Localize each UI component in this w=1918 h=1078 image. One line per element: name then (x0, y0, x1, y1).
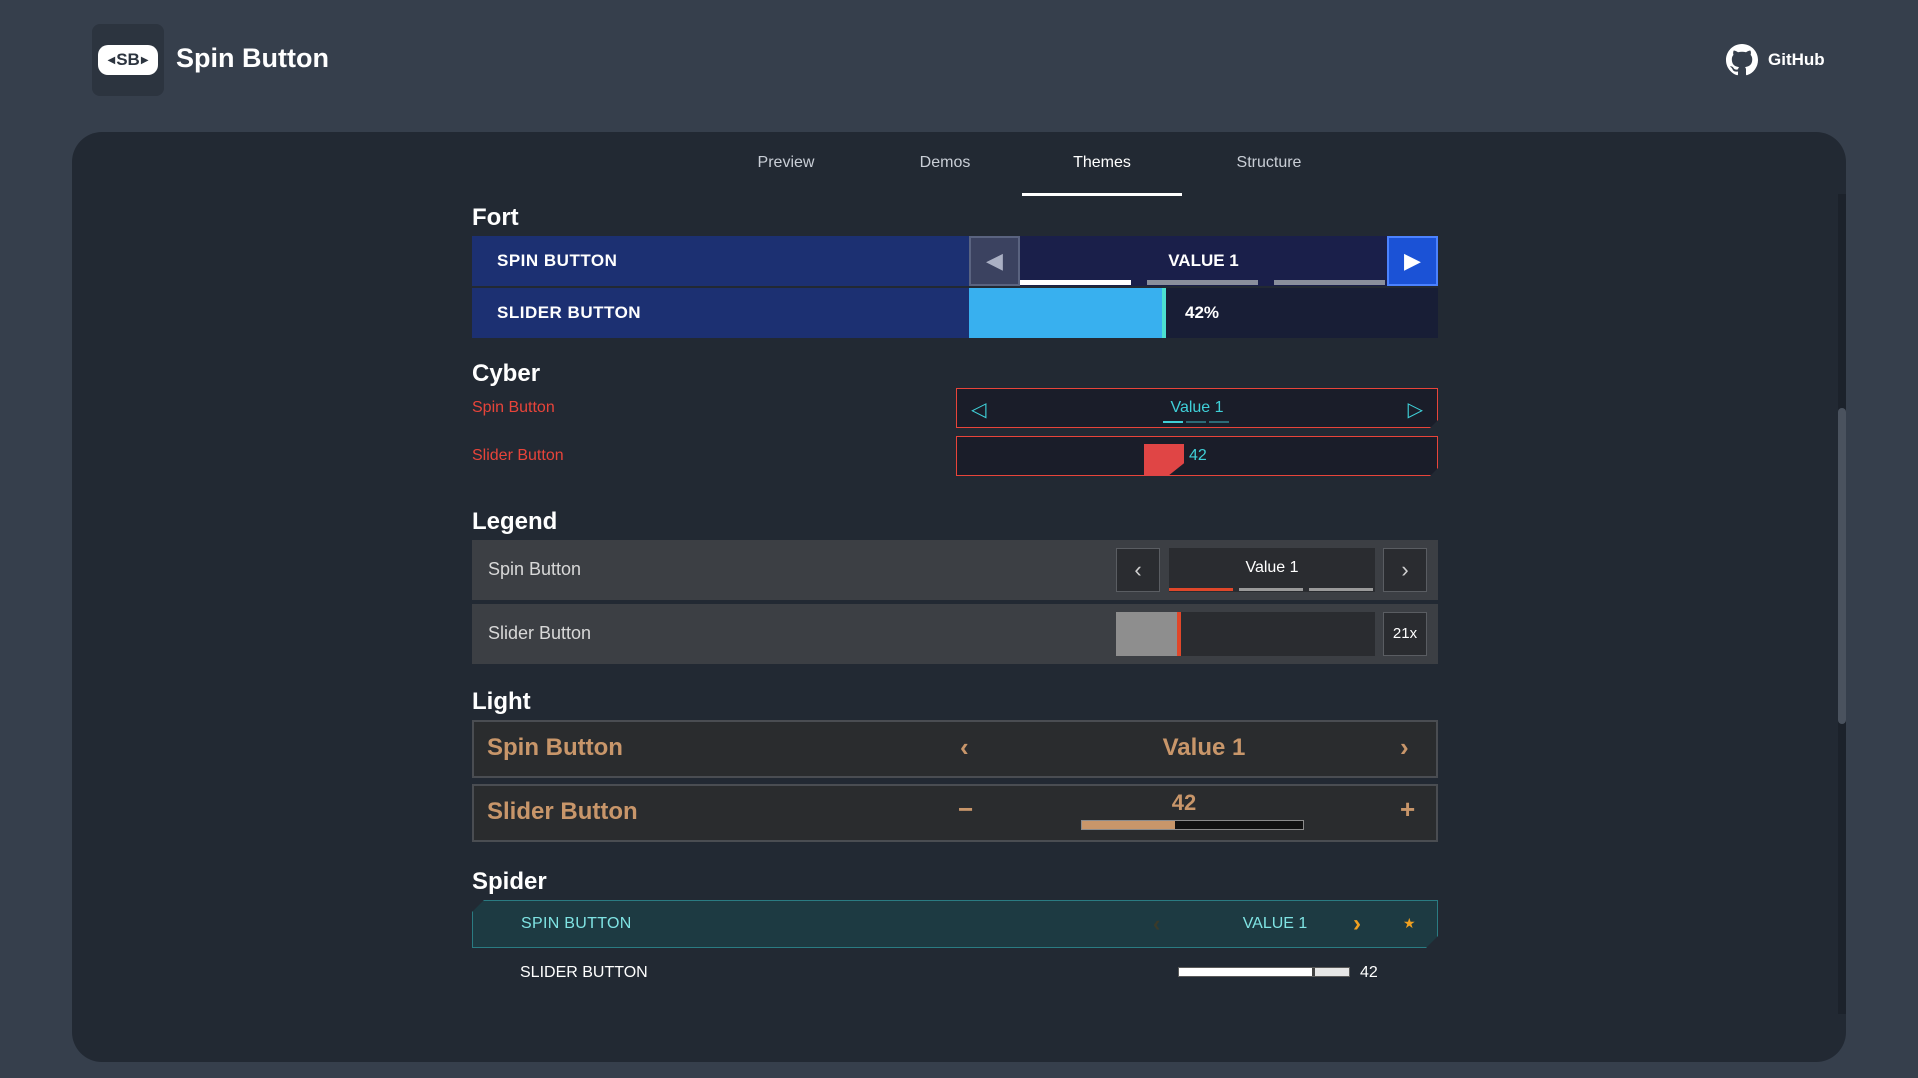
spider-spin-value: VALUE 1 (1242, 915, 1308, 932)
legend-spin-value: Value 1 (1245, 559, 1299, 576)
cyber-indicator-1 (1163, 421, 1183, 423)
light-slider-row: Slider Button − 42 + (472, 784, 1438, 842)
app-header: ◀ SB ▶ Spin Button GitHub (0, 0, 1918, 118)
legend-indicator-2 (1239, 588, 1303, 591)
section-title-light: Light (472, 688, 531, 715)
cyber-slider-thumb[interactable] (1144, 444, 1184, 476)
tab-themes[interactable]: Themes (1022, 154, 1182, 196)
fort-indicator-3 (1274, 280, 1385, 285)
legend-spin-value-box: Value 1 (1169, 548, 1375, 592)
tab-preview[interactable]: Preview (700, 154, 872, 196)
legend-next-button[interactable]: › (1383, 548, 1427, 592)
fort-spin-row: SPIN BUTTON ◀ VALUE 1 ▶ (472, 236, 1438, 286)
fort-spin-value: VALUE 1 (1168, 251, 1239, 270)
triangle-right-icon: ▶ (1404, 248, 1421, 273)
chevron-left-icon: ‹ (1134, 557, 1142, 582)
section-title-spider: Spider (472, 868, 547, 895)
fort-spin-button: ◀ VALUE 1 ▶ (969, 236, 1438, 286)
triangle-right-outline-icon[interactable]: ▷ (1408, 397, 1423, 422)
light-spin-value: Value 1 (1162, 734, 1246, 761)
tab-demos[interactable]: Demos (866, 154, 1024, 196)
legend-slider-row: Slider Button 21x (472, 604, 1438, 664)
cyber-spin-button: ◁ Value 1 ▷ (956, 388, 1438, 428)
app-title: Spin Button (176, 43, 329, 73)
cyber-spin-label: Spin Button (472, 399, 555, 416)
fort-indicator-2 (1147, 280, 1258, 285)
spider-spin-label: SPIN BUTTON (521, 915, 632, 932)
fort-slider-fill (969, 288, 1166, 338)
fort-slider[interactable]: 42% (969, 288, 1438, 338)
github-link[interactable]: GitHub (1726, 44, 1825, 76)
main-card: Preview Demos Themes Structure Fort SPIN… (72, 132, 1846, 1062)
logo-right-triangle-icon: ▶ (140, 54, 149, 66)
spider-spin-button: SPIN BUTTON ‹ VALUE 1 › ★ (472, 900, 1438, 948)
legend-prev-button[interactable]: ‹ (1116, 548, 1160, 592)
light-spin-row: Spin Button ‹ Value 1 › (472, 720, 1438, 778)
plus-icon[interactable]: + (1400, 794, 1415, 825)
chevron-left-icon[interactable]: ‹ (1153, 911, 1160, 937)
cyber-slider-value: 42 (1189, 447, 1207, 464)
chevron-left-icon[interactable]: ‹ (960, 732, 969, 763)
spider-slider[interactable] (1178, 967, 1350, 977)
legend-slider-fill (1116, 612, 1181, 656)
legend-slider-label: Slider Button (488, 623, 592, 643)
light-slider[interactable] (1081, 820, 1304, 830)
cyber-slider[interactable]: 42 (956, 436, 1438, 476)
logo-badge: ◀ SB ▶ (98, 45, 158, 75)
legend-spin-label: Spin Button (488, 559, 582, 579)
fort-indicator-1 (1020, 280, 1131, 285)
section-title-fort: Fort (472, 204, 519, 231)
triangle-left-icon: ◀ (986, 248, 1003, 273)
app-logo[interactable]: ◀ SB ▶ (92, 24, 164, 96)
light-spin-label: Spin Button (487, 734, 623, 761)
fort-slider-value: 42% (1185, 303, 1220, 322)
logo-left-triangle-icon: ◀ (107, 54, 116, 66)
github-label: GitHub (1768, 50, 1825, 69)
tab-structure[interactable]: Structure (1190, 154, 1348, 196)
fort-slider-row: SLIDER BUTTON 42% (472, 288, 1438, 338)
legend-slider-value: 21x (1383, 612, 1427, 656)
cyber-indicator-3 (1209, 421, 1229, 423)
cyber-slider-label: Slider Button (472, 447, 564, 464)
spider-slider-fill (1179, 968, 1315, 976)
legend-indicator-1 (1169, 588, 1233, 591)
light-slider-fill (1082, 821, 1175, 829)
spider-slider-label: SLIDER BUTTON (520, 964, 648, 981)
legend-spin-row: Spin Button ‹ Value 1 › (472, 540, 1438, 600)
fort-spin-label: SPIN BUTTON (497, 251, 618, 270)
fort-next-button[interactable]: ▶ (1387, 236, 1438, 286)
tab-bar: Preview Demos Themes Structure (72, 132, 1846, 196)
section-title-legend: Legend (472, 508, 558, 535)
cyber-indicator-2 (1186, 421, 1206, 423)
chevron-right-icon: › (1401, 557, 1409, 582)
spider-slider-row: SLIDER BUTTON 42 (472, 954, 1438, 994)
chevron-right-icon[interactable]: › (1400, 732, 1409, 763)
chevron-right-icon[interactable]: › (1353, 910, 1361, 938)
star-icon: ★ (1403, 915, 1416, 931)
cyber-spin-value: Value 1 (1170, 399, 1224, 416)
legend-indicator-3 (1309, 588, 1373, 591)
light-slider-value: 42 (1171, 790, 1197, 815)
fort-prev-button[interactable]: ◀ (969, 236, 1020, 286)
minus-icon[interactable]: − (958, 794, 973, 825)
spider-slider-value: 42 (1360, 964, 1378, 981)
scrollbar-thumb[interactable] (1838, 408, 1846, 724)
spider-spin-row: SPIN BUTTON ‹ VALUE 1 › ★ (472, 900, 1438, 948)
logo-text: SB (116, 50, 140, 69)
fort-slider-label: SLIDER BUTTON (497, 303, 642, 322)
legend-slider[interactable] (1116, 612, 1375, 656)
section-title-cyber: Cyber (472, 360, 541, 387)
light-slider-label: Slider Button (487, 798, 638, 825)
github-icon (1726, 44, 1758, 76)
